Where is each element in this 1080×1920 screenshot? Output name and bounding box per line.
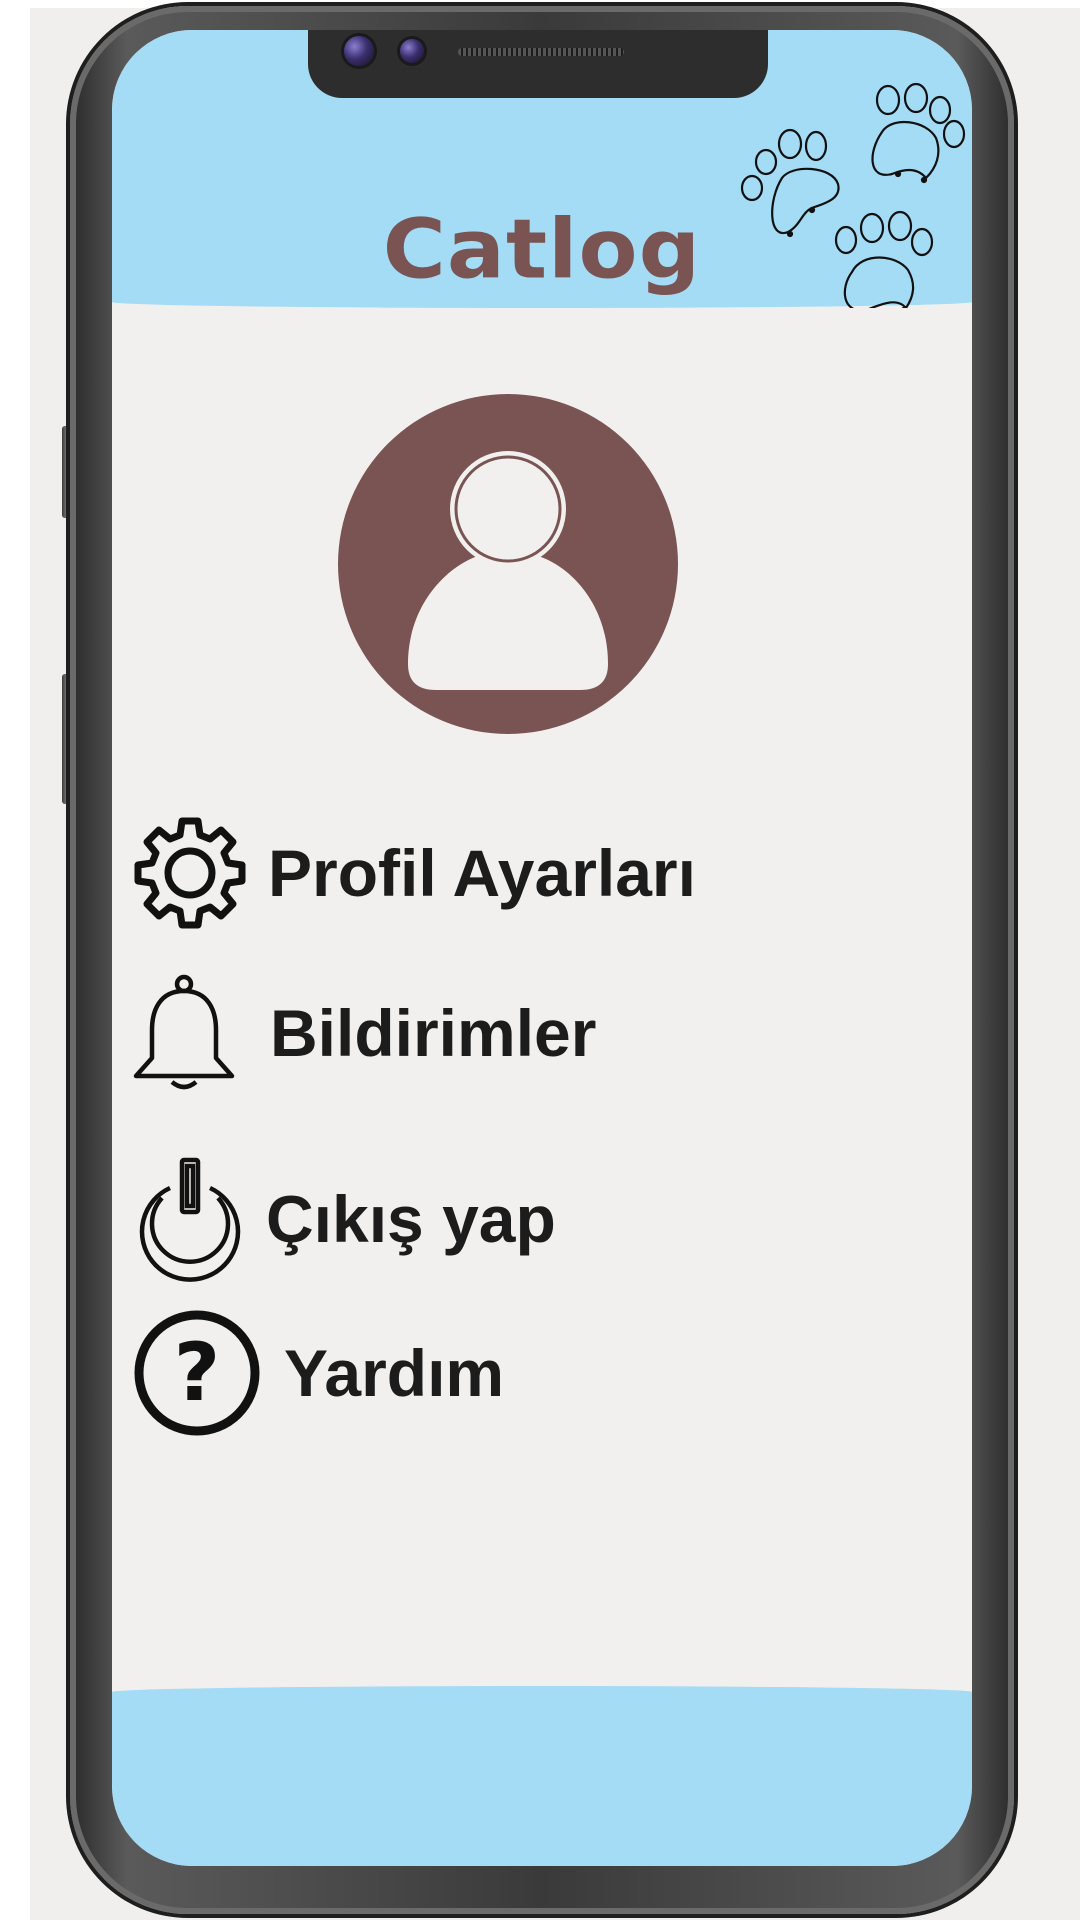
app-title: Catlog [382, 202, 702, 298]
menu-label-profile-settings: Profil Ayarları [268, 836, 696, 910]
menu-item-help[interactable]: ? Yardım [132, 1308, 504, 1438]
camera-sensor-icon [400, 39, 424, 63]
help-icon: ? [134, 1310, 260, 1436]
speaker-grille [458, 48, 624, 56]
avatar-icon[interactable] [338, 394, 678, 734]
menu-label-logout: Çıkış yap [266, 1182, 556, 1256]
menu-item-logout[interactable]: Çıkış yap [132, 1154, 556, 1284]
bottom-bar [112, 1686, 972, 1866]
menu-item-notifications[interactable]: Bildirimler [132, 968, 596, 1098]
phone-notch [308, 30, 768, 98]
app-screen: Catlog Profil Ayarları Bildirimler Çıkış… [112, 30, 972, 1866]
menu-label-notifications: Bildirimler [270, 996, 597, 1070]
camera-lens-icon [344, 36, 374, 66]
power-icon [139, 1157, 241, 1282]
svg-text:?: ? [174, 1326, 220, 1419]
gear-icon [134, 817, 246, 929]
menu-label-help: Yardım [284, 1336, 505, 1410]
bell-icon [133, 974, 235, 1090]
menu-item-profile-settings[interactable]: Profil Ayarları [132, 808, 696, 938]
